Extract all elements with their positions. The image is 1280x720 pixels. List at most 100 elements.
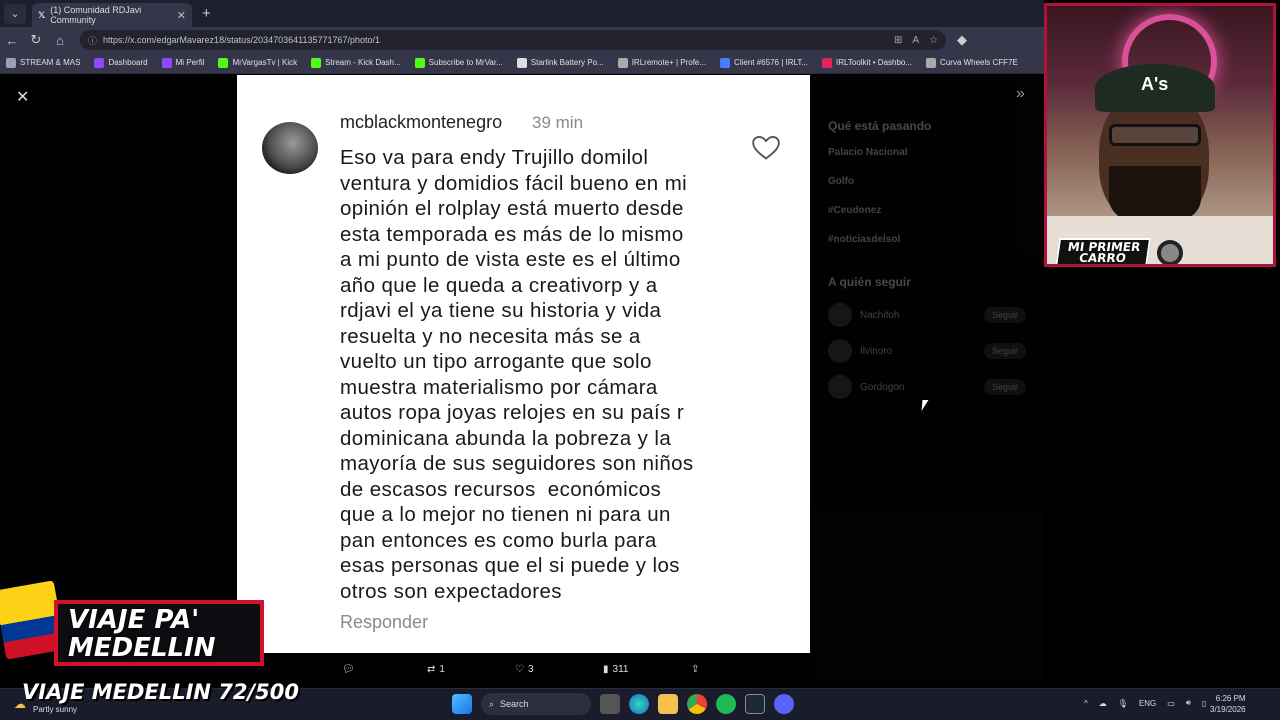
back-icon[interactable]: ← [0, 33, 24, 48]
bookmark-item[interactable]: STREAM & MAS [6, 58, 80, 68]
share-icon: ⇪ [691, 664, 700, 675]
dimmed-sidebar: Qué está pasando Palacio Nacional Golfo … [810, 75, 1044, 686]
volume-icon[interactable]: 🔊︎ [1186, 698, 1191, 708]
bookmark-item[interactable]: IRLToolkit • Dashbo... [822, 58, 912, 68]
comment-line: ventura y domidios fácil bueno en mi [340, 171, 688, 195]
repost-button[interactable]: ⇄ 1 [427, 664, 445, 675]
taskbar-search[interactable]: ⌕ Search [481, 693, 591, 715]
extension-icon[interactable]: ◆ [950, 32, 974, 48]
wheel-icon [1157, 240, 1183, 264]
bookmark-item[interactable]: Stream - Kick Dash... [311, 58, 401, 68]
trend-item[interactable]: #noticiasdelsol [828, 234, 1026, 245]
microphone-icon[interactable]: 🎙︎ [1118, 699, 1128, 708]
bar-chart-icon: ▮ [603, 664, 609, 675]
mouse-cursor-icon [921, 400, 929, 411]
follow-button[interactable]: Seguir [983, 343, 1026, 359]
edge-icon[interactable] [629, 694, 649, 714]
chrome-icon[interactable] [687, 694, 707, 714]
favorite-star-icon[interactable]: ☆ [929, 35, 938, 46]
follow-item: Gordogon Seguir [828, 375, 1026, 399]
search-icon: ⌕ [489, 698, 495, 709]
comment-line: Eso va para endy Trujillo domilol [340, 146, 649, 169]
steam-icon[interactable] [745, 694, 765, 714]
close-icon[interactable]: ✕ [177, 9, 186, 22]
spotify-icon[interactable] [716, 694, 736, 714]
bookmark-item[interactable]: Mi Perfil [161, 58, 205, 68]
clock[interactable]: 6:26 PM 3/19/2026 [1210, 693, 1246, 715]
chevron-up-icon[interactable]: ^ [1084, 699, 1088, 708]
system-tray: ^ ☁ 🎙︎ ENG ▭ 🔊︎ ▯ [1084, 698, 1206, 708]
comment-line: pan entonces es como burla para [340, 528, 657, 552]
trip-counter: VIAJE MEDELLIN 72/500 [22, 680, 299, 704]
task-view-icon[interactable] [600, 694, 620, 714]
share-button[interactable]: ⇪ [691, 664, 699, 675]
bookmark-favicon-icon [94, 58, 105, 68]
follow-name: Nachitoh [860, 309, 900, 321]
read-aloud-icon[interactable]: A [912, 35, 919, 46]
heart-icon [752, 135, 780, 160]
bookmark-label: Dashboard [108, 58, 148, 68]
windows-start-icon[interactable] [452, 694, 472, 714]
bookmark-item[interactable]: Client #6576 | IRLT... [720, 58, 808, 68]
comment-line: que a lo mejor no tienen ni para un [340, 503, 671, 526]
bookmark-item[interactable]: Curva Wheels CFF7E [926, 58, 1018, 68]
tab-bar: ⌄ 𝕏 (1) Comunidad RDJavi Community ✕ + [0, 0, 1044, 27]
file-explorer-icon[interactable] [658, 694, 678, 714]
bookmark-label: Curva Wheels CFF7E [940, 58, 1018, 68]
bookmark-item[interactable]: Dashboard [94, 58, 148, 68]
bookmark-label: Starlink Battery Po... [530, 58, 604, 68]
tab-active[interactable]: 𝕏 (1) Comunidad RDJavi Community ✕ [32, 3, 192, 27]
bookmark-item[interactable]: IRLremote+ | Profe... [617, 58, 706, 68]
comment-time: 39 min [532, 113, 584, 132]
language-indicator[interactable]: ENG [1139, 699, 1156, 708]
info-icon: ⓘ [88, 35, 98, 46]
bookmark-favicon-icon [6, 58, 16, 68]
home-icon[interactable]: ⌂ [48, 33, 72, 48]
comment-username: mcblackmontenegro [340, 112, 503, 132]
follow-title: A quién seguir [828, 275, 911, 289]
network-icon[interactable]: ▭ [1167, 699, 1175, 708]
x-logo-icon: 𝕏 [38, 9, 46, 20]
avatar [828, 339, 852, 363]
reply-icon: 💬︎ [342, 664, 355, 675]
trend-item[interactable]: Palacio Nacional [828, 147, 1026, 158]
bookmark-item[interactable]: Starlink Battery Po... [516, 58, 604, 68]
comment-line: esas personas que el si puede y los [340, 554, 680, 577]
views-button[interactable]: ▮ 311 [603, 664, 628, 675]
comment-line: dominicana abunda la pobreza y la [340, 426, 672, 450]
comment-line: muestra materialismo por cámara [340, 375, 658, 399]
bookmark-label: MrVargasTv | Kick [232, 58, 298, 68]
webcam-overlay: A's MI PRIMER CARRO [1044, 3, 1276, 267]
bookmarks-bar: STREAM & MAS Dashboard Mi Perfil MrVargasTv… [0, 53, 1044, 74]
apps-icon[interactable]: ⊞ [894, 35, 902, 46]
trend-item[interactable]: #Ceudonez [828, 205, 1026, 216]
bookmark-item[interactable]: MrVargasTv | Kick [218, 58, 297, 68]
comment-line: esta temporada es más de lo mismo [340, 222, 684, 246]
comment-line: rdjavi el ya tiene su historia y vida [340, 299, 662, 322]
banner-line2: MEDELLIN [68, 633, 216, 663]
like-button[interactable]: ♡ 3 [515, 664, 534, 675]
new-tab-button[interactable]: + [202, 5, 211, 22]
battery-icon[interactable]: ▯ [1202, 699, 1206, 708]
follow-button[interactable]: Seguir [983, 379, 1026, 395]
weather-text: Partly sunny [33, 705, 78, 714]
tab-list-button[interactable]: ⌄ [4, 3, 26, 24]
trend-item[interactable]: Golfo [828, 176, 1026, 187]
url-field[interactable]: ⓘ https://x.com/edgarMavarez18/status/20… [80, 30, 946, 50]
bookmark-label: Mi Perfil [175, 58, 205, 68]
avatar [828, 303, 852, 327]
bookmark-item[interactable]: Subscribe to MrVar... [414, 58, 503, 68]
bookmark-label: Client #6576 | IRLT... [734, 58, 809, 68]
bookmark-favicon-icon [218, 58, 229, 68]
close-viewer-button[interactable]: ✕ [16, 87, 29, 107]
follow-name: Gordogon [860, 381, 905, 393]
comment-line: vuelto un tipo arrogante que solo [340, 350, 652, 373]
bookmark-favicon-icon [822, 58, 833, 68]
follow-button[interactable]: Seguir [983, 307, 1026, 323]
reply-button[interactable]: 💬︎ [342, 664, 355, 675]
discord-icon[interactable] [774, 694, 794, 714]
reply-label: Responder [340, 612, 429, 632]
onedrive-icon[interactable]: ☁ [1099, 699, 1107, 708]
refresh-icon[interactable]: ↻ [24, 32, 48, 48]
post-actions-bar: 💬︎ ⇄ 1 ♡ 3 ▮ 311 ⇪ [237, 653, 810, 686]
